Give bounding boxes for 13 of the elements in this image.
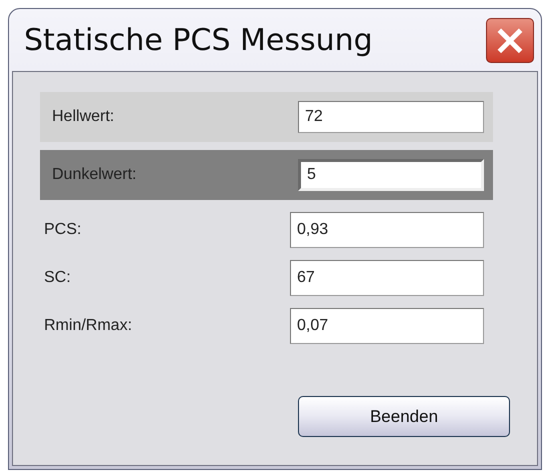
field-label: SC:: [44, 268, 72, 288]
close-button[interactable]: ×: [486, 18, 534, 62]
field-label: Dunkelwert:: [52, 165, 138, 185]
field-label: Rmin/Rmax:: [44, 316, 134, 336]
field-label: Hellwert:: [52, 107, 116, 127]
input-field[interactable]: 72: [298, 101, 484, 133]
input-field[interactable]: 0,07: [290, 308, 484, 344]
field-label: PCS:: [44, 220, 82, 240]
window-title: Statische PCS Messung: [24, 22, 373, 60]
input-field[interactable]: 5: [298, 159, 484, 191]
input-field[interactable]: 67: [290, 260, 484, 296]
input-field[interactable]: 0,93: [290, 212, 484, 248]
close-dialog-button[interactable]: Beenden: [298, 396, 510, 437]
